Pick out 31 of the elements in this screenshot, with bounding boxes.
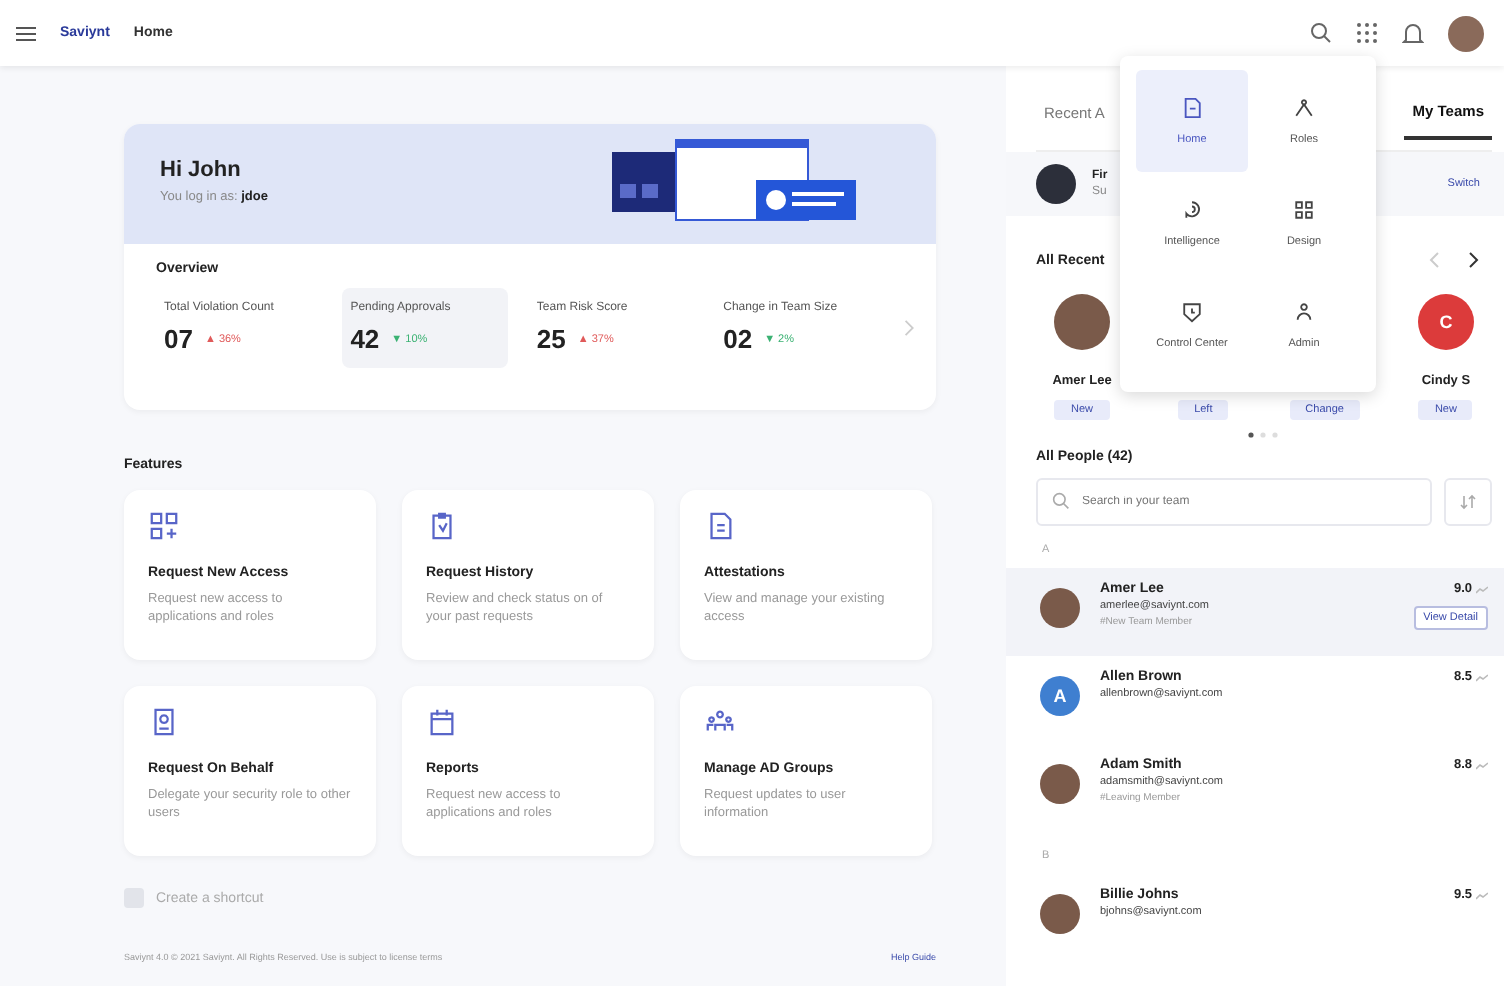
document-icon xyxy=(704,510,736,542)
nodes-icon xyxy=(148,510,180,542)
greeting: Hi John xyxy=(160,157,243,181)
trend-icon xyxy=(1476,761,1488,769)
apps-grid-icon[interactable] xyxy=(1356,22,1378,44)
menu-icon[interactable] xyxy=(16,25,36,41)
sort-icon xyxy=(1460,494,1476,510)
initial-avatar: A xyxy=(1040,676,1080,716)
intelligence-icon xyxy=(1180,198,1204,222)
photo-placeholder xyxy=(1040,588,1080,628)
calendar-icon xyxy=(426,706,458,738)
clipboard-icon xyxy=(426,510,458,542)
badge-icon xyxy=(148,706,180,738)
control-icon xyxy=(1180,300,1204,324)
trend-icon xyxy=(1476,585,1488,593)
search-icon[interactable] xyxy=(1310,22,1332,44)
initial-avatar: C xyxy=(1417,294,1474,350)
chevron-right-icon[interactable] xyxy=(1468,252,1480,268)
trend-icon xyxy=(1476,673,1488,681)
roles-icon xyxy=(1292,96,1316,120)
pagination-dots[interactable] xyxy=(1248,432,1280,438)
photo-placeholder xyxy=(1040,894,1080,934)
photo-placeholder xyxy=(1054,294,1110,350)
team-avatar xyxy=(1036,164,1076,204)
home-icon xyxy=(1180,96,1204,120)
admin-icon xyxy=(1292,300,1316,324)
photo-placeholder xyxy=(1040,764,1080,804)
trend-icon xyxy=(1476,891,1488,899)
profile-avatar[interactable] xyxy=(1448,15,1484,51)
bell-icon[interactable] xyxy=(1402,21,1424,45)
design-icon xyxy=(1292,198,1316,222)
